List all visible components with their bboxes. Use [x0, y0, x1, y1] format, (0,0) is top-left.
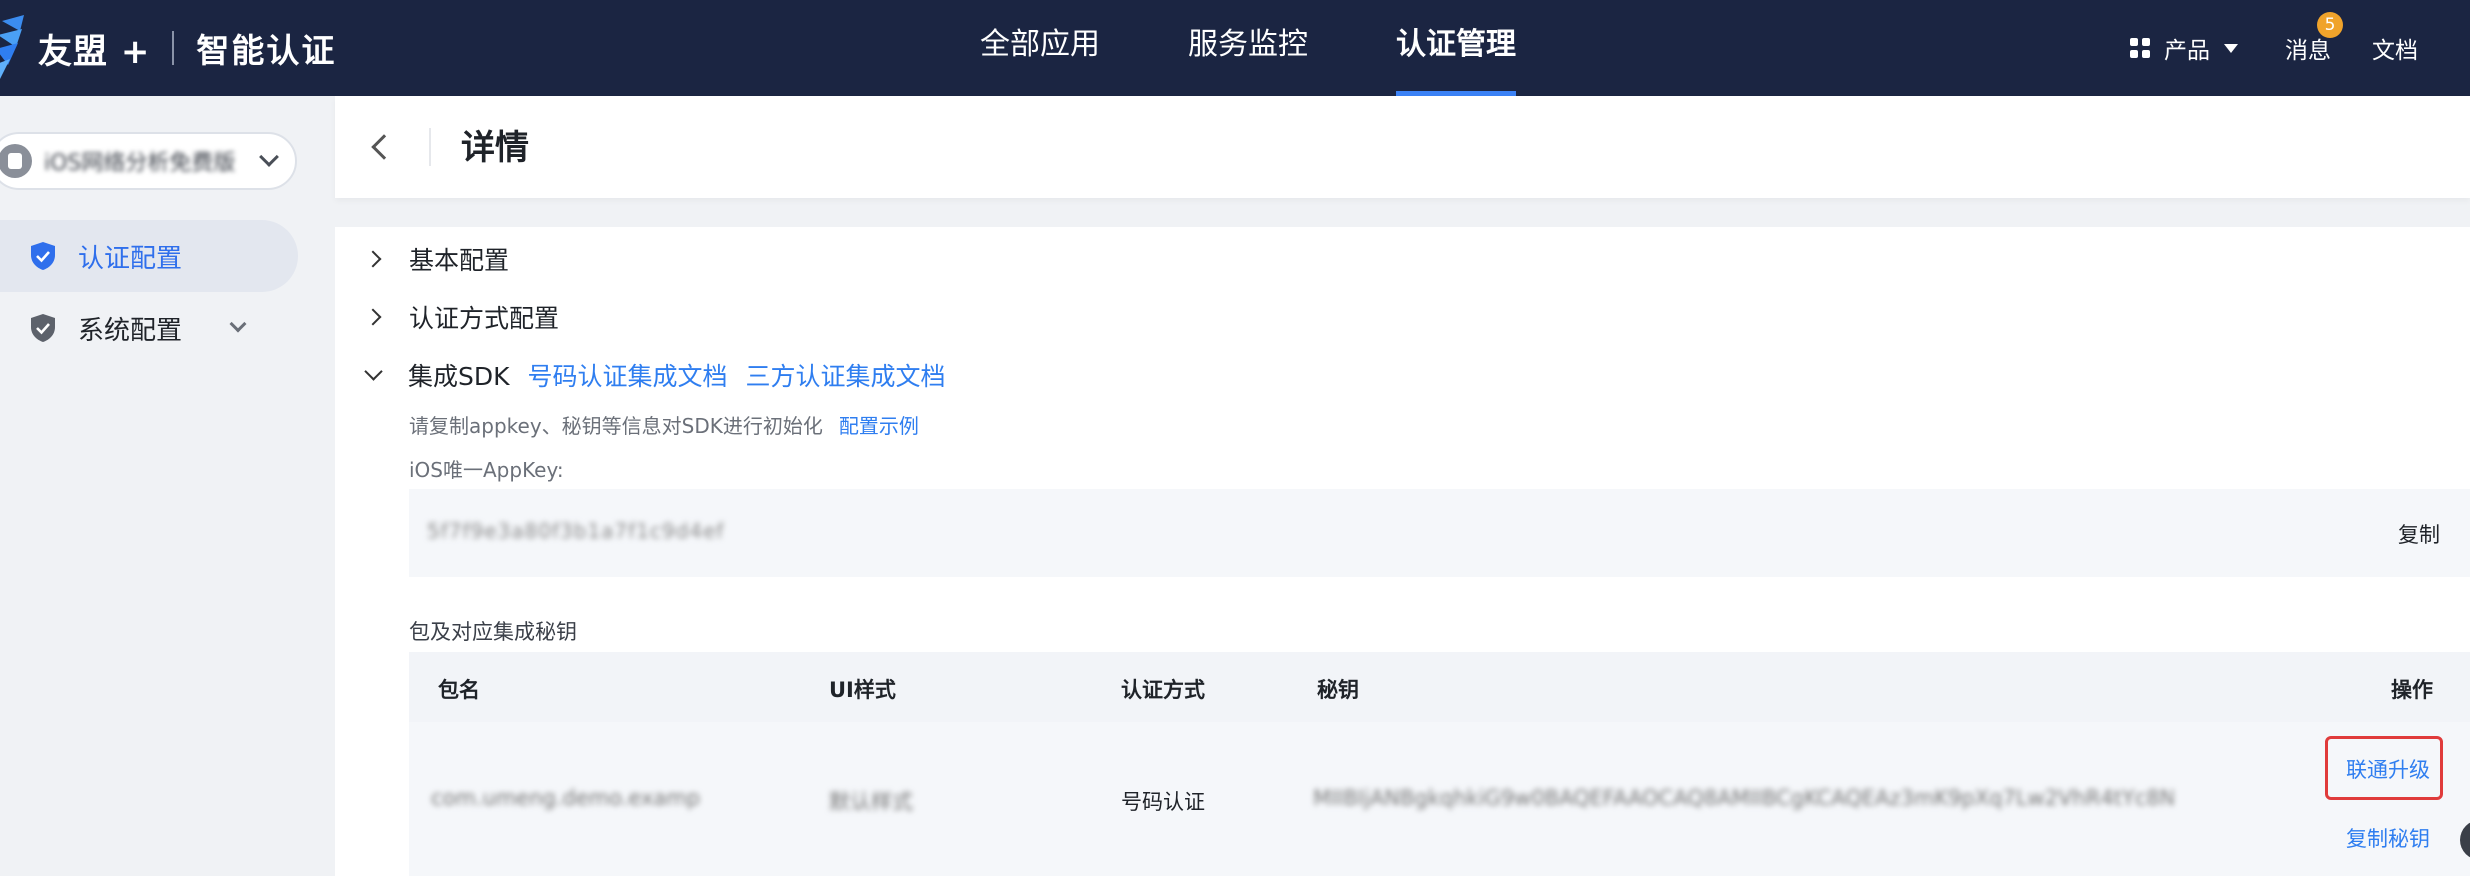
shield-check-icon: [31, 242, 55, 270]
phone-auth-doc-link[interactable]: 号码认证集成文档: [528, 357, 728, 393]
column-header-actions: 操作: [2391, 678, 2433, 702]
copy-secret-link[interactable]: 复制秘钥: [2346, 823, 2430, 853]
app-icon: [0, 144, 32, 178]
package-secrets-label: 包及对应集成秘钥: [409, 620, 577, 644]
umeng-logo-icon: [0, 15, 24, 79]
products-label: 产品: [2164, 38, 2210, 64]
page-title: 详情: [461, 128, 529, 168]
column-header-ui-style: UI样式: [829, 678, 896, 702]
product-name: 智能认证: [196, 31, 337, 70]
page-header: 详情: [335, 96, 2470, 198]
products-menu[interactable]: 产品: [2130, 0, 2238, 96]
nav-tabs: 全部应用 服务监控 认证管理: [980, 0, 1604, 96]
caret-down-icon: [2224, 43, 2238, 53]
copy-appkey-button[interactable]: 复制: [2398, 519, 2440, 549]
app-selector-value: iOS网络分析免费版: [44, 151, 236, 176]
section-basic-config[interactable]: 基本配置: [364, 241, 510, 277]
detail-content: 基本配置 认证方式配置 集成SDK 号码认证集成文档 三方认证集成文档 请复制a…: [335, 227, 2470, 876]
auth-method-cell: 号码认证: [1121, 790, 1205, 814]
column-header-auth-method: 认证方式: [1121, 678, 1205, 702]
sidebar: iOS网络分析免费版 认证配置 系统配置: [0, 96, 335, 876]
docs-link[interactable]: 文档: [2372, 0, 2418, 96]
messages-badge: 5: [2317, 12, 2343, 38]
chevron-down-icon: [364, 361, 383, 381]
tab-all-apps[interactable]: 全部应用: [980, 0, 1100, 96]
section-integrate-sdk[interactable]: 集成SDK 号码认证集成文档 三方认证集成文档: [364, 357, 946, 393]
chevron-right-icon: [364, 250, 382, 268]
sdk-hint-text: 请复制appkey、秘钥等信息对SDK进行初始化: [409, 414, 823, 438]
top-nav: 友盟 + 智能认证 全部应用 服务监控 认证管理 产品 消息 5 文档: [0, 0, 2470, 96]
docs-label: 文档: [2372, 38, 2418, 64]
section-label: 认证方式配置: [409, 304, 560, 333]
column-header-package: 包名: [438, 678, 480, 702]
sdk-hint: 请复制appkey、秘钥等信息对SDK进行初始化 配置示例: [409, 410, 919, 439]
shield-icon: [31, 314, 55, 342]
section-label: 集成SDK: [408, 362, 510, 391]
appkey-field: 5f7f9e3a80f3b1a7f1c9d4ef 复制: [409, 489, 2470, 577]
apps-grid-icon: [2130, 38, 2150, 58]
appkey-value: 5f7f9e3a80f3b1a7f1c9d4ef: [427, 519, 725, 543]
third-party-auth-doc-link[interactable]: 三方认证集成文档: [746, 357, 946, 393]
section-auth-method-config[interactable]: 认证方式配置: [364, 299, 560, 335]
table-row: com.umeng.demo.example 默认样式 号码认证 MIIBIjA…: [409, 722, 2470, 876]
tab-service-monitor[interactable]: 服务监控: [1188, 0, 1308, 96]
chevron-down-icon: [259, 147, 279, 167]
ui-style-cell: 默认样式: [829, 790, 913, 814]
chevron-down-icon: [229, 315, 247, 333]
secret-cell: MIIBIjANBgkqhkiG9w0BAQEFAAOCAQ8AMIIBCgKC…: [1313, 786, 2173, 810]
sidebar-item-system-config[interactable]: 系统配置: [0, 292, 298, 364]
messages-link[interactable]: 消息 5: [2285, 0, 2343, 96]
app-selector[interactable]: iOS网络分析免费版: [0, 132, 297, 190]
package-name-cell: com.umeng.demo.example: [431, 786, 701, 810]
appkey-label: iOS唯一AppKey:: [409, 458, 564, 482]
header-divider: [429, 128, 431, 166]
package-secrets-table: 包名 UI样式 认证方式 秘钥 操作 com.umeng.demo.exampl…: [409, 652, 2470, 876]
brand[interactable]: 友盟 + 智能认证: [0, 0, 336, 96]
sidebar-item-label: 认证配置: [78, 243, 183, 274]
section-label: 基本配置: [409, 246, 510, 275]
config-example-link[interactable]: 配置示例: [839, 414, 919, 438]
sidebar-item-label: 系统配置: [78, 315, 183, 346]
chevron-right-icon: [364, 308, 382, 326]
back-arrow-icon[interactable]: [371, 134, 397, 160]
brand-name: 友盟 +: [38, 31, 151, 72]
table-header: 包名 UI样式 认证方式 秘钥 操作: [409, 652, 2470, 722]
unicom-upgrade-link[interactable]: 联通升级: [2346, 754, 2430, 784]
sidebar-item-auth-config[interactable]: 认证配置: [0, 220, 298, 292]
brand-divider: [172, 31, 175, 65]
tab-auth-management[interactable]: 认证管理: [1396, 0, 1516, 96]
column-header-secret: 秘钥: [1317, 678, 1359, 702]
